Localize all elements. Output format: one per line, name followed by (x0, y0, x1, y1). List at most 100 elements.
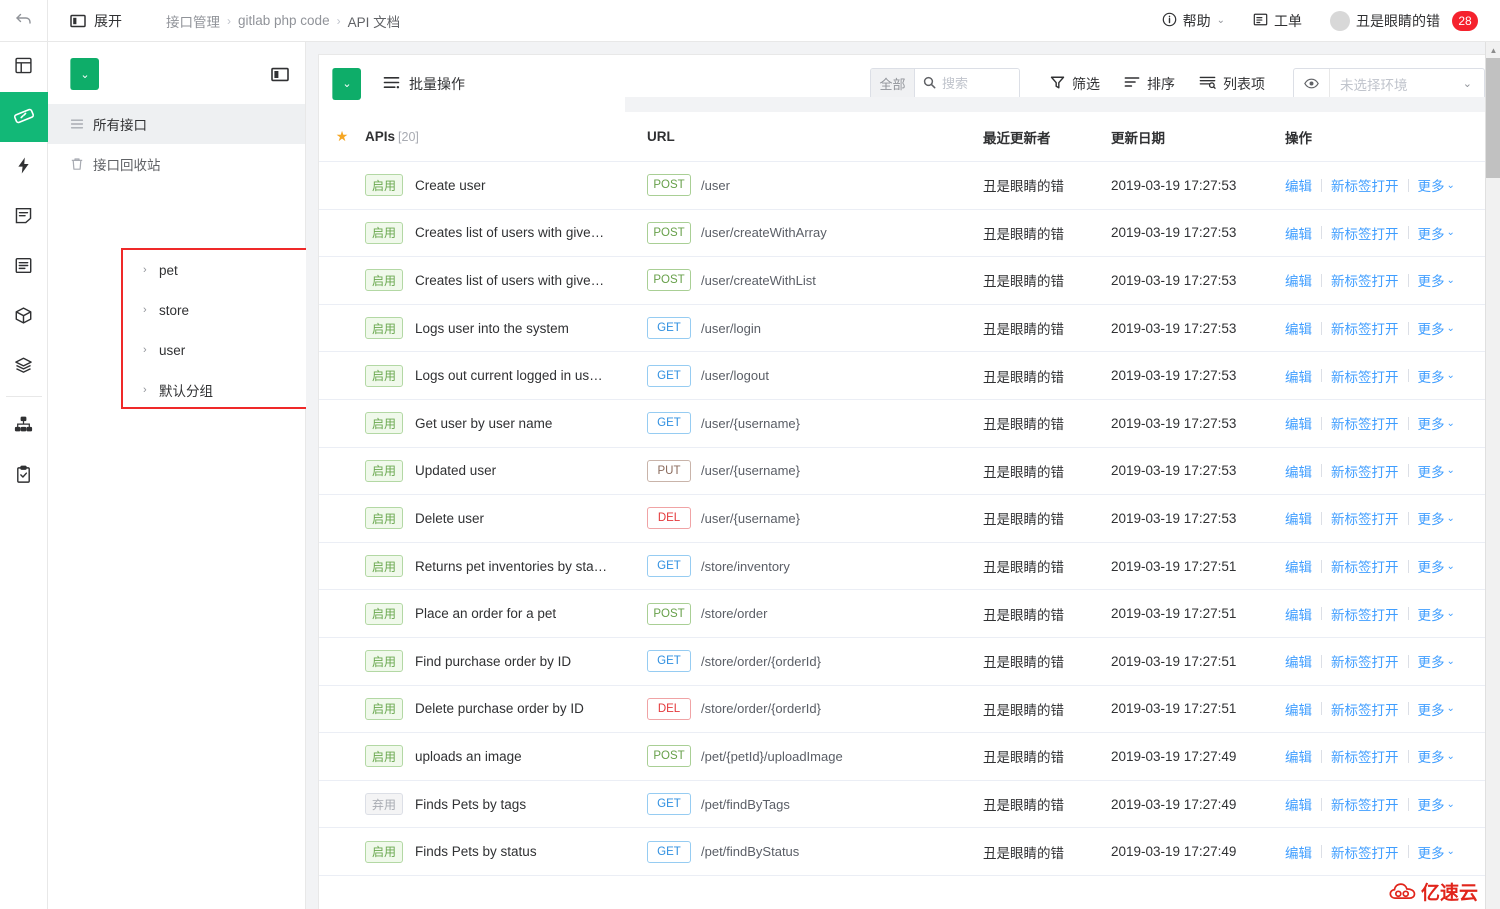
columns-button[interactable]: 列表项 (1187, 74, 1277, 94)
table-row[interactable]: 启用 Creates list of users with give… POST/u… (319, 257, 1499, 305)
open-new-tab-link[interactable]: 新标签打开 (1331, 604, 1399, 624)
table-row[interactable]: 启用 Find purchase order by ID GET/store/ord… (319, 638, 1499, 686)
api-name[interactable]: Creates list of users with give… (415, 225, 604, 240)
breadcrumb-item-0[interactable]: 接口管理 (166, 11, 220, 31)
tree-item-recycle-bin[interactable]: 接口回收站 (48, 144, 305, 184)
open-new-tab-link[interactable]: 新标签打开 (1331, 508, 1399, 528)
more-link[interactable]: 更多 ⌄ (1418, 508, 1455, 528)
more-link[interactable]: 更多 ⌄ (1418, 461, 1455, 481)
back-button[interactable] (0, 0, 48, 41)
tree-new-dropdown-arrow[interactable]: ⌄ (71, 58, 99, 90)
filter-button[interactable]: 筛选 (1038, 74, 1112, 94)
api-name[interactable]: Logs user into the system (415, 321, 569, 336)
more-link[interactable]: 更多 ⌄ (1418, 270, 1455, 290)
api-name[interactable]: Finds Pets by status (415, 844, 537, 859)
edit-link[interactable]: 编辑 (1285, 366, 1312, 386)
sidebar-item-task[interactable] (0, 451, 48, 501)
search-scope-selector[interactable]: 全部 (871, 68, 915, 99)
more-link[interactable]: 更多 ⌄ (1418, 413, 1455, 433)
api-name[interactable]: Find purchase order by ID (415, 654, 571, 669)
sidebar-item-api[interactable] (0, 92, 48, 142)
api-name[interactable]: Returns pet inventories by sta… (415, 559, 607, 574)
bulk-operation-button[interactable]: 批量操作 (383, 74, 465, 94)
open-new-tab-link[interactable]: 新标签打开 (1331, 746, 1399, 766)
open-new-tab-link[interactable]: 新标签打开 (1331, 794, 1399, 814)
more-link[interactable]: 更多 ⌄ (1418, 175, 1455, 195)
breadcrumb-item-2[interactable]: API 文档 (348, 11, 401, 31)
edit-link[interactable]: 编辑 (1285, 413, 1312, 433)
more-link[interactable]: 更多 ⌄ (1418, 842, 1455, 862)
more-link[interactable]: 更多 ⌄ (1418, 794, 1455, 814)
notification-badge[interactable]: 28 (1452, 10, 1478, 31)
open-new-tab-link[interactable]: 新标签打开 (1331, 556, 1399, 576)
edit-link[interactable]: 编辑 (1285, 604, 1312, 624)
vertical-scrollbar[interactable]: ▲ (1485, 42, 1500, 909)
open-new-tab-link[interactable]: 新标签打开 (1331, 699, 1399, 719)
ticket-button[interactable]: 工单 (1239, 11, 1316, 31)
api-name[interactable]: Finds Pets by tags (415, 797, 526, 812)
edit-link[interactable]: 编辑 (1285, 699, 1312, 719)
column-header-star[interactable]: ★ (319, 128, 365, 145)
open-new-tab-link[interactable]: 新标签打开 (1331, 651, 1399, 671)
table-row[interactable]: 启用 Logs out current logged in us… GET/user… (319, 352, 1499, 400)
tree-item-all-apis[interactable]: 所有接口 (48, 104, 305, 144)
api-name[interactable]: uploads an image (415, 749, 522, 764)
sidebar-item-automation[interactable] (0, 142, 48, 192)
more-link[interactable]: 更多 ⌄ (1418, 699, 1455, 719)
table-row[interactable]: 启用 Get user by user name GET/user/{usernam… (319, 400, 1499, 448)
open-new-tab-link[interactable]: 新标签打开 (1331, 413, 1399, 433)
more-link[interactable]: 更多 ⌄ (1418, 556, 1455, 576)
table-row[interactable]: 弃用 Finds Pets by tags GET/pet/findByTags 丑是… (319, 781, 1499, 829)
edit-link[interactable]: 编辑 (1285, 461, 1312, 481)
scrollbar-thumb[interactable] (1486, 58, 1500, 178)
more-link[interactable]: 更多 ⌄ (1418, 366, 1455, 386)
more-link[interactable]: 更多 ⌄ (1418, 651, 1455, 671)
environment-selector[interactable]: 未选择环境 ⌄ (1293, 67, 1485, 100)
edit-link[interactable]: 编辑 (1285, 556, 1312, 576)
edit-link[interactable]: 编辑 (1285, 508, 1312, 528)
api-name[interactable]: Create user (415, 178, 486, 193)
tree-new-button[interactable]: + 新建 ⌄ (70, 58, 1500, 909)
table-row[interactable]: 启用 Creates list of users with give… POST/u… (319, 210, 1499, 258)
sidebar-item-document[interactable] (0, 192, 48, 242)
table-row[interactable]: 启用 Place an order for a pet POST/store/ord… (319, 590, 1499, 638)
api-name[interactable]: Logs out current logged in us… (415, 368, 603, 383)
search-input[interactable] (942, 76, 1011, 91)
api-name[interactable]: Creates list of users with give… (415, 273, 604, 288)
api-name[interactable]: Delete purchase order by ID (415, 701, 584, 716)
table-row[interactable]: 启用 Create user POST/user 丑是眼睛的错 2019-03-19 1… (319, 162, 1499, 210)
user-menu[interactable]: 丑是眼睛的错 28 (1316, 10, 1492, 31)
more-link[interactable]: 更多 ⌄ (1418, 318, 1455, 338)
edit-link[interactable]: 编辑 (1285, 270, 1312, 290)
scroll-up-arrow-icon[interactable]: ▲ (1486, 42, 1500, 58)
edit-link[interactable]: 编辑 (1285, 842, 1312, 862)
edit-link[interactable]: 编辑 (1285, 651, 1312, 671)
table-row[interactable]: 启用 Finds Pets by status GET/pet/findByStat… (319, 828, 1499, 876)
api-name[interactable]: Get user by user name (415, 416, 552, 431)
more-link[interactable]: 更多 ⌄ (1418, 746, 1455, 766)
table-row[interactable]: 启用 Logs user into the system GET/user/logi… (319, 305, 1499, 353)
edit-link[interactable]: 编辑 (1285, 318, 1312, 338)
sidebar-item-layers[interactable] (0, 342, 48, 392)
edit-link[interactable]: 编辑 (1285, 746, 1312, 766)
table-row[interactable]: 启用 uploads an image POST/pet/{petId}/uploa… (319, 733, 1499, 781)
expand-toggle[interactable]: 展开 (70, 11, 122, 31)
edit-link[interactable]: 编辑 (1285, 223, 1312, 243)
table-row[interactable]: 启用 Returns pet inventories by sta… GET/sto… (319, 543, 1499, 591)
open-new-tab-link[interactable]: 新标签打开 (1331, 461, 1399, 481)
eye-icon[interactable] (1294, 68, 1330, 99)
open-new-tab-link[interactable]: 新标签打开 (1331, 223, 1399, 243)
open-new-tab-link[interactable]: 新标签打开 (1331, 318, 1399, 338)
api-name[interactable]: Updated user (415, 463, 496, 478)
sidebar-item-package[interactable] (0, 292, 48, 342)
api-name[interactable]: Delete user (415, 511, 484, 526)
new-api-button[interactable]: + 新建 ⌄ (332, 67, 1500, 909)
sidebar-item-sitemap[interactable] (0, 401, 48, 451)
edit-link[interactable]: 编辑 (1285, 175, 1312, 195)
new-api-dropdown-arrow[interactable]: ⌄ (333, 68, 361, 100)
panel-collapse-icon[interactable] (271, 67, 289, 82)
table-row[interactable]: 启用 Updated user PUT/user/{username} 丑是眼睛的错 2… (319, 448, 1499, 496)
help-button[interactable]: 帮助 ⌄ (1148, 11, 1239, 31)
breadcrumb-item-1[interactable]: gitlab php code (238, 13, 330, 28)
sidebar-item-dashboard[interactable] (0, 42, 48, 92)
